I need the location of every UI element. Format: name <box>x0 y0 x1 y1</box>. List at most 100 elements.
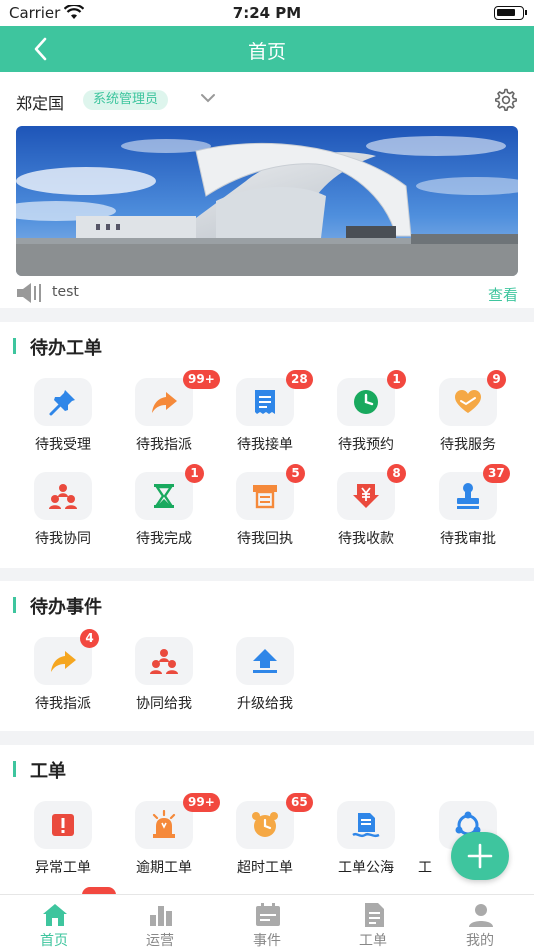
hourglass-icon <box>154 484 174 508</box>
grid-item-order-pool[interactable]: 工单公海 <box>316 801 416 891</box>
count-badge: 8 <box>387 464 406 483</box>
team-icon <box>150 649 178 674</box>
tile <box>34 378 92 426</box>
grid-item-overdue-orders[interactable]: 99+ 逾期工单 <box>114 793 220 891</box>
role-badge[interactable]: 系统管理员 <box>83 90 169 110</box>
count-badge: 37 <box>483 464 510 483</box>
tile <box>337 472 395 520</box>
grid-item-pending-take[interactable]: 28 待我接单 <box>215 370 315 468</box>
team-icon <box>49 484 77 509</box>
receipt-icon <box>255 390 275 414</box>
pin-icon <box>49 390 75 416</box>
grid-item-event-collab[interactable]: 协同给我 <box>114 637 214 727</box>
grid-item-label: 待我服务 <box>440 437 496 453</box>
page-title: 首页 <box>247 41 286 63</box>
tile <box>236 637 294 685</box>
tab-label: 事件 <box>253 933 281 949</box>
grid-item-label: 待我审批 <box>440 531 496 547</box>
tile <box>34 801 92 849</box>
grid-item-label: 工 <box>418 860 432 876</box>
notice-text: test <box>52 284 79 300</box>
battery-icon <box>494 6 527 20</box>
grid-item-pending-service[interactable]: 9 待我服务 <box>418 370 518 468</box>
share-arrow-icon <box>152 392 177 413</box>
grid-item-pending-collab[interactable]: 待我协同 <box>13 472 113 562</box>
gear-icon[interactable] <box>494 88 518 112</box>
grid-item-pending-approval[interactable]: 37 待我审批 <box>418 464 518 562</box>
heart-icon <box>455 390 481 413</box>
alert-icon <box>52 814 74 836</box>
pending-events-section: 待办事件 4 待我指派 协同给我 升级给我 <box>0 581 534 731</box>
home-icon <box>43 904 67 926</box>
grid-item-event-assign[interactable]: 4 待我指派 <box>13 629 113 727</box>
alarm-icon <box>152 810 176 838</box>
grid-item-event-upgrade[interactable]: 升级给我 <box>215 637 315 727</box>
share-arrow-icon <box>51 651 76 672</box>
grid-item-timeout-orders[interactable]: 65 超时工单 <box>215 793 315 891</box>
tile <box>34 472 92 520</box>
count-badge: 1 <box>387 370 406 389</box>
grid-item-pending-payment[interactable]: 8 待我收款 <box>316 464 416 562</box>
doc-sea-icon <box>352 813 380 838</box>
user-name: 郑定国 <box>16 94 65 113</box>
banner-image[interactable] <box>16 126 518 276</box>
clock-time: 7:24 PM <box>232 4 302 22</box>
tile <box>337 378 395 426</box>
add-button[interactable] <box>451 832 509 880</box>
grid-item-pending-complete[interactable]: 1 待我完成 <box>114 464 214 562</box>
bar-chart-icon <box>150 906 172 926</box>
yuan-down-icon <box>353 484 379 508</box>
tile <box>135 637 193 685</box>
speaker-icon <box>17 283 41 303</box>
grid-item-pending-assign[interactable]: 99+ 待我指派 <box>114 370 220 468</box>
document-icon <box>365 903 384 927</box>
stamp-icon <box>457 483 479 509</box>
grid-item-pending-accept[interactable]: 待我受理 <box>13 378 113 468</box>
clock-icon <box>354 390 378 414</box>
calendar-icon <box>256 903 280 926</box>
tile <box>135 472 193 520</box>
count-badge: 1 <box>185 464 204 483</box>
tab-work-orders[interactable]: 工单 <box>323 895 423 950</box>
count-badge: 9 <box>487 370 506 389</box>
printer-icon <box>253 485 277 509</box>
grid-item-label: 升级给我 <box>237 696 293 712</box>
tab-events[interactable]: 事件 <box>217 895 317 950</box>
chevron-down-icon[interactable] <box>200 92 216 104</box>
plus-icon <box>467 843 493 869</box>
section-title: 待办工单 <box>30 338 102 359</box>
tile <box>236 378 294 426</box>
grid-item-abnormal-orders[interactable]: 异常工单 <box>13 801 113 891</box>
count-badge: 28 <box>286 370 313 389</box>
grid-item-pending-receipt[interactable]: 5 待我回执 <box>215 464 315 562</box>
navigation-bar: 首页 <box>0 26 534 72</box>
upgrade-icon <box>253 649 277 673</box>
grid-item-label: 工单公海 <box>338 860 394 876</box>
grid-item-pending-appointment[interactable]: 1 待我预约 <box>316 370 416 468</box>
profile-card: 郑定国 系统管理员 test 查看 <box>0 72 534 308</box>
tile <box>236 801 294 849</box>
count-badge: 65 <box>286 793 313 812</box>
pending-orders-section: 待办工单 待我受理 99+ 待我指派 28 待我接单 1 待我预约 9 待我服务… <box>0 322 534 568</box>
section-accent-bar <box>13 338 16 354</box>
section-title: 待办事件 <box>30 597 102 618</box>
tab-profile[interactable]: 我的 <box>430 895 530 950</box>
tab-home[interactable]: 首页 <box>4 895 104 950</box>
count-badge: 5 <box>286 464 305 483</box>
user-icon <box>469 904 493 927</box>
view-notice-link[interactable]: 查看 <box>488 284 518 305</box>
section-accent-bar <box>13 597 16 613</box>
section-accent-bar <box>13 761 16 777</box>
tile <box>337 801 395 849</box>
bottom-tab-bar: 首页 运营 事件 工单 我的 <box>0 894 534 950</box>
tab-label: 首页 <box>40 933 68 949</box>
tab-label: 我的 <box>466 933 494 949</box>
status-bar: Carrier 7:24 PM <box>0 0 534 26</box>
section-title: 工单 <box>30 761 66 782</box>
count-badge: 4 <box>80 629 99 648</box>
tab-label: 运营 <box>146 933 174 949</box>
timeout-clock-icon <box>252 812 278 837</box>
tab-label: 工单 <box>359 933 387 949</box>
tile <box>236 472 294 520</box>
tab-operations[interactable]: 运营 <box>110 895 210 950</box>
